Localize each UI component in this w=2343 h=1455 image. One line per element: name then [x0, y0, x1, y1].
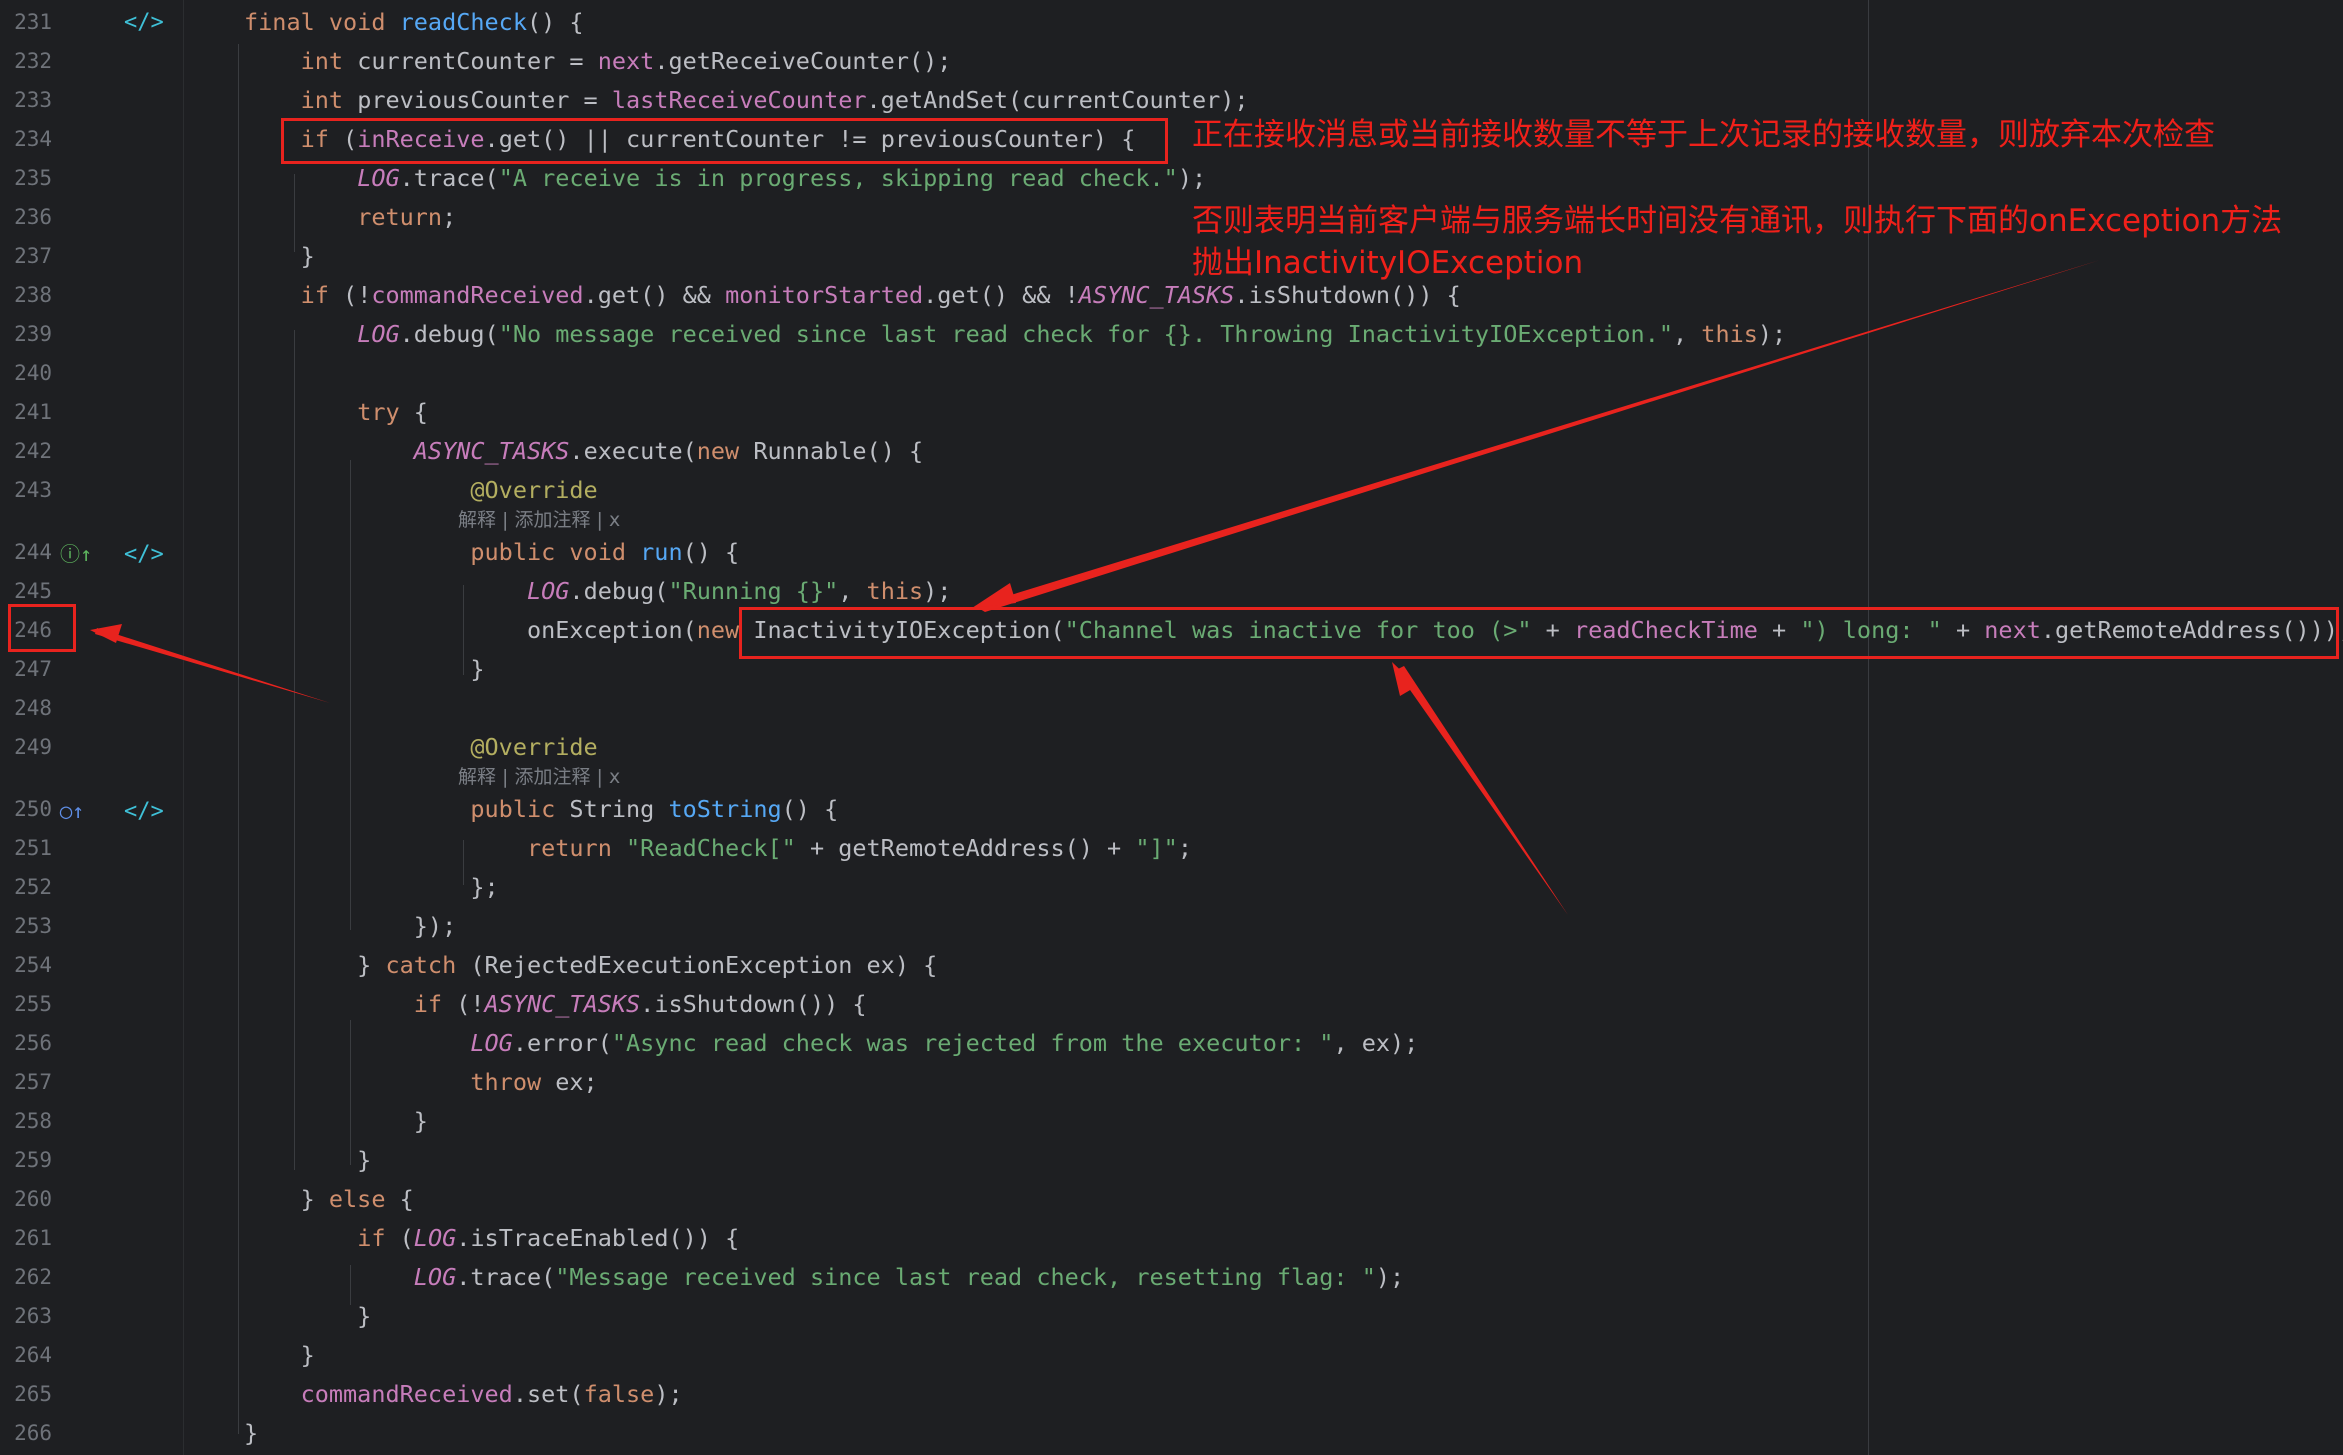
code-editor[interactable]: 231 final void readCheck() {232 int curre…: [0, 0, 2343, 1455]
annotation-arrows: [90, 260, 2100, 915]
arrow-to-line-number: [90, 624, 330, 703]
arrow-to-exception-from-below: [1392, 662, 1568, 915]
arrow-to-exception-from-note: [972, 260, 2100, 612]
